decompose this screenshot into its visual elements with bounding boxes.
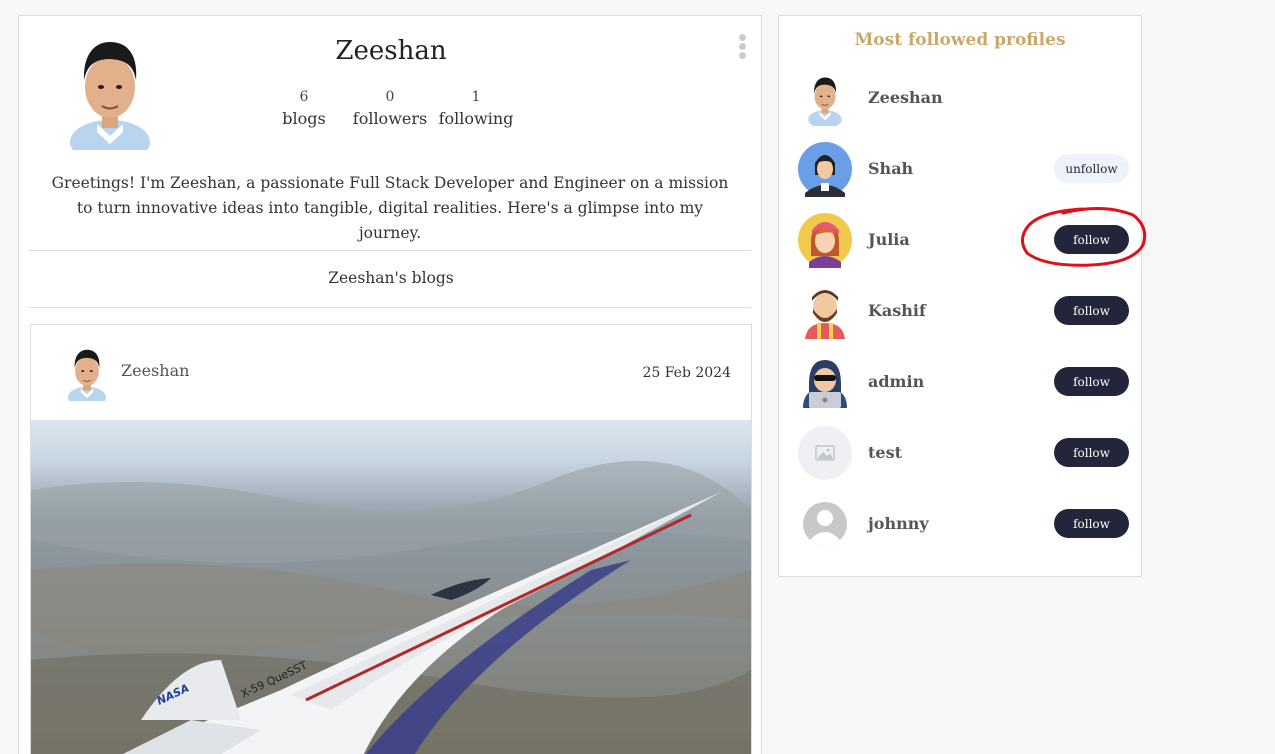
follow-button[interactable]: follow <box>1054 367 1129 396</box>
follow-button[interactable]: follow <box>1054 225 1129 254</box>
profile-name: Zeeshan <box>335 36 447 66</box>
post-author-avatar[interactable] <box>65 345 109 401</box>
hooded-man-avatar[interactable] <box>797 141 853 197</box>
most-followed-panel: Most followed profiles Zeeshan Shah unfo… <box>778 15 1142 577</box>
profile-row-test: test follow <box>779 425 1141 481</box>
panel-title: Most followed profiles <box>854 30 1066 50</box>
woman-avatar[interactable] <box>797 212 853 268</box>
profile-card: Zeeshan 6 blogs 0 followers 1 following … <box>18 15 762 754</box>
divider <box>29 307 751 308</box>
follow-button[interactable]: follow <box>1054 509 1129 538</box>
bearded-man-avatar[interactable] <box>797 283 853 339</box>
image-placeholder-avatar[interactable] <box>797 425 853 481</box>
profile-row-name[interactable]: Shah <box>868 159 913 178</box>
stat-value: 0 <box>385 89 395 105</box>
stat-value: 1 <box>471 89 481 105</box>
stat-following[interactable]: 1 following <box>431 89 521 128</box>
profile-row-name[interactable]: johnny <box>868 514 929 533</box>
profile-row-admin: admin follow <box>779 354 1141 410</box>
profile-row-zeeshan: Zeeshan <box>779 70 1141 126</box>
post-date: 25 Feb 2024 <box>642 365 731 381</box>
follow-button[interactable]: follow <box>1054 296 1129 325</box>
blog-post-card[interactable]: Zeeshan 25 Feb 2024 X-59 QueSST NASA <box>30 324 752 754</box>
default-user-avatar[interactable] <box>797 496 853 552</box>
follow-button[interactable]: follow <box>1054 438 1129 467</box>
profile-row-name[interactable]: test <box>868 443 902 462</box>
profile-row-julia: Julia follow <box>779 212 1141 268</box>
hacker-laptop-avatar[interactable] <box>797 354 853 410</box>
unfollow-button[interactable]: unfollow <box>1054 154 1129 183</box>
post-cover-image[interactable]: X-59 QueSST NASA <box>31 420 751 754</box>
profile-row-name[interactable]: Zeeshan <box>868 88 943 107</box>
more-options-icon[interactable] <box>737 34 747 60</box>
profile-row-name[interactable]: Kashif <box>868 301 926 320</box>
profile-row-johnny: johnny follow <box>779 496 1141 552</box>
profile-row-shah: Shah unfollow <box>779 141 1141 197</box>
profile-bio: Greetings! I'm Zeeshan, a passionate Ful… <box>51 174 729 242</box>
profile-row-name[interactable]: admin <box>868 372 924 391</box>
stat-label: blogs <box>282 109 326 128</box>
stat-label: followers <box>352 109 428 128</box>
stat-blogs[interactable]: 6 blogs <box>259 89 349 128</box>
post-author-name[interactable]: Zeeshan <box>121 361 189 380</box>
profile-row-name[interactable]: Julia <box>868 230 910 249</box>
stat-value: 6 <box>299 89 309 105</box>
profile-row-kashif: Kashif follow <box>779 283 1141 339</box>
man-photo-avatar[interactable] <box>797 70 853 126</box>
stat-followers[interactable]: 0 followers <box>345 89 435 128</box>
divider <box>29 250 751 251</box>
stat-label: following <box>438 109 514 128</box>
blogs-section-title: Zeeshan's blogs <box>328 269 454 287</box>
